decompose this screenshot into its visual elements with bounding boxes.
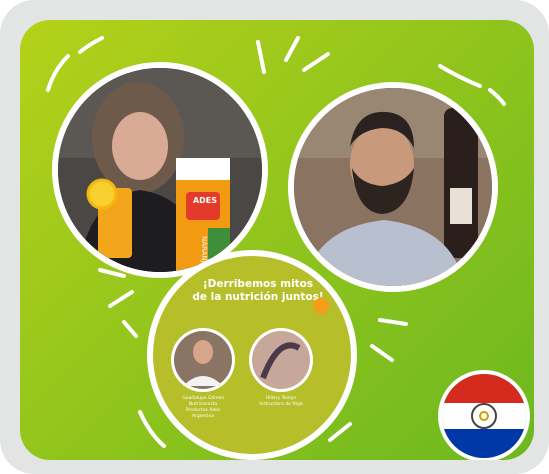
flag-stripe-red: [442, 374, 526, 403]
sparkle-stroke: [438, 64, 482, 88]
green-panel: ADES NARANJA ¡Derribemos mitos de la nut…: [20, 20, 534, 460]
sparkle-stroke: [284, 36, 300, 62]
flag-emblem-icon: [471, 403, 497, 429]
participant-video-woman: ADES NARANJA: [52, 62, 268, 278]
card-frame: ADES NARANJA ¡Derribemos mitos de la nut…: [0, 0, 549, 474]
slide-graphics: [171, 298, 329, 392]
person1-caption: Guadalupe Gómez Nutricionista Productos …: [175, 396, 231, 420]
person2-caption: Hillary Tonlyn Instructora de Yoga: [253, 396, 309, 408]
flag-stripe-blue: [442, 429, 526, 458]
sparkle-stroke: [122, 320, 138, 338]
sparkle-stroke: [78, 36, 104, 54]
sparkle-stroke: [488, 88, 506, 106]
carton-brand: ADES: [192, 196, 218, 205]
sparkle-stroke: [108, 290, 134, 308]
sparkle-stroke: [256, 40, 266, 74]
sparkle-stroke: [98, 268, 126, 278]
person1-org: Productos Ades Argentina: [185, 408, 221, 419]
sparkle-stroke: [378, 318, 408, 326]
sparkle-stroke: [46, 54, 70, 92]
paraguay-flag-icon: [438, 370, 530, 460]
person2-role: Instructora de Yoga: [259, 402, 303, 407]
sparkle-stroke: [302, 52, 330, 72]
woman-scene: [58, 68, 262, 272]
presentation-slide: ¡Derribemos mitos de la nutrición juntos…: [147, 250, 357, 460]
sparkle-stroke: [370, 344, 394, 362]
